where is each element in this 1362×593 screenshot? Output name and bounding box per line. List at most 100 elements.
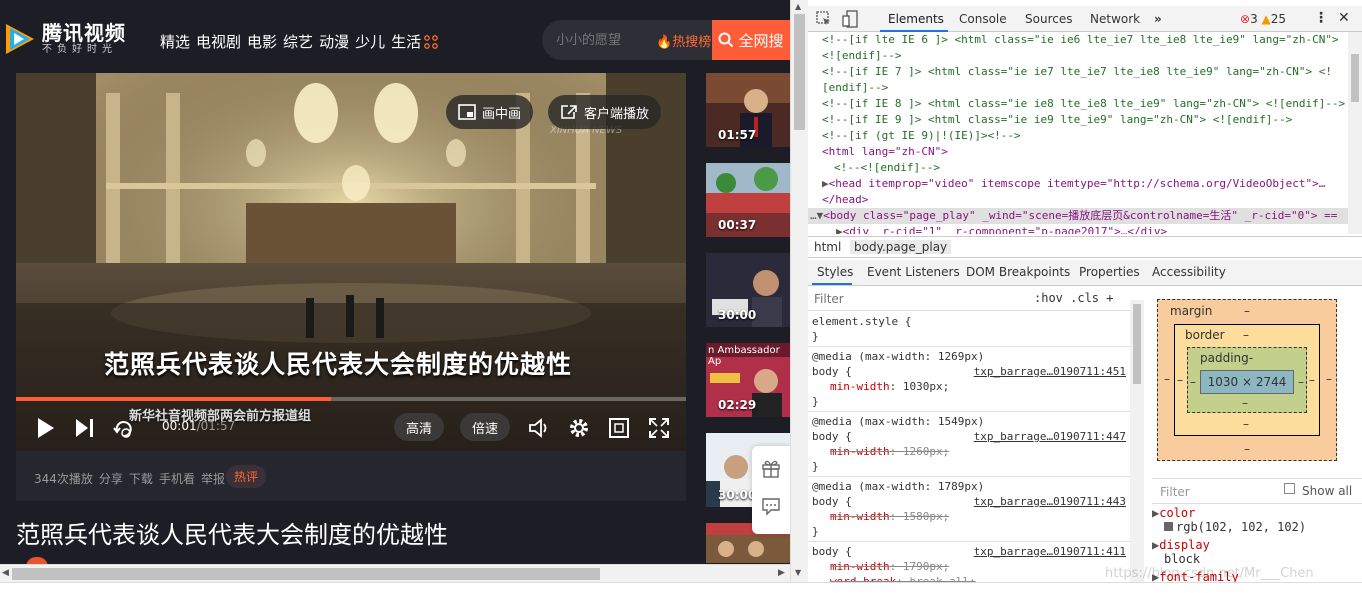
source-link[interactable]: txp_barrage…0190711:443: [974, 494, 1126, 509]
inspect-element-icon[interactable]: [816, 11, 832, 27]
css-declaration[interactable]: min-width: 1260px;: [812, 444, 1126, 459]
source-link[interactable]: txp_barrage…0190711:451: [974, 364, 1126, 379]
loop-icon[interactable]: [112, 417, 136, 441]
tab-styles[interactable]: Styles: [817, 265, 853, 279]
tab-console[interactable]: Console: [959, 12, 1007, 26]
dom-comment-line[interactable]: <!--<![endif]-->: [808, 160, 1348, 176]
expand-triangle-icon[interactable]: ▶: [836, 225, 843, 234]
nav-item-anime[interactable]: 动漫: [319, 31, 349, 52]
source-link[interactable]: txp_barrage…0190711:411: [974, 544, 1126, 559]
hov-cls-controls[interactable]: :hov .cls +: [1034, 291, 1113, 305]
rules-scrollbar[interactable]: [1130, 300, 1144, 582]
search-all-button[interactable]: 全网搜: [712, 20, 790, 60]
close-icon[interactable]: ✕: [1338, 10, 1350, 26]
css-rule[interactable]: @media (max-width: 1789px) body {txp_barr…: [808, 477, 1130, 542]
margin-top-value[interactable]: –: [1244, 304, 1250, 318]
more-tabs-chevron-icon[interactable]: »: [1154, 12, 1162, 26]
border-right-value[interactable]: –: [1309, 373, 1315, 387]
css-declaration[interactable]: min-width: 1790px;: [812, 559, 1126, 574]
css-rule[interactable]: @media (max-width: 1549px) body {txp_barr…: [808, 412, 1130, 477]
dom-comment-line[interactable]: <![endif]-->: [808, 48, 1348, 64]
gift-icon[interactable]: [761, 458, 781, 478]
page-horizontal-scrollbar[interactable]: ◀ ▶: [0, 564, 790, 582]
dom-comment-line[interactable]: <!--[if IE 9 ]> <html class="ie ie9 lte_…: [808, 112, 1348, 128]
hot-search-link[interactable]: 🔥热搜榜: [656, 31, 711, 50]
css-rule[interactable]: @media (max-width: 1269px) body {txp_barr…: [808, 347, 1130, 412]
download-link[interactable]: 下载: [129, 470, 153, 487]
volume-icon[interactable]: [528, 417, 550, 439]
report-link[interactable]: 举报: [201, 470, 225, 487]
client-play-button[interactable]: 客户端播放: [548, 95, 662, 129]
hot-comment-button[interactable]: 热评: [226, 465, 267, 488]
css-declaration[interactable]: word-break: break-all;: [812, 574, 1126, 582]
tab-event-listeners[interactable]: Event Listeners: [867, 265, 960, 279]
nav-item-tv[interactable]: 电视剧: [196, 31, 241, 52]
tab-network[interactable]: Network: [1090, 12, 1140, 26]
dom-body-line-selected[interactable]: …▼<body class="page_play" _wind="scene=播…: [808, 208, 1348, 224]
expand-triangle-icon[interactable]: ▶: [822, 177, 829, 190]
next-icon[interactable]: [74, 417, 96, 439]
nav-item-movie[interactable]: 电影: [247, 31, 277, 52]
tab-elements[interactable]: Elements: [888, 12, 944, 26]
fullscreen-icon[interactable]: [648, 417, 670, 439]
more-dots-icon[interactable]: [424, 35, 438, 49]
dom-comment-line[interactable]: [endif]-->: [808, 80, 1348, 96]
scroll-left-arrow-icon[interactable]: ◀: [2, 568, 9, 578]
scroll-up-arrow-icon[interactable]: ▲: [795, 2, 801, 11]
margin-right-value[interactable]: –: [1326, 372, 1332, 386]
mobile-watch-link[interactable]: 手机看: [159, 470, 195, 487]
nav-item-life[interactable]: 生活: [391, 31, 438, 52]
elements-scrollbar[interactable]: [1348, 32, 1362, 234]
kebab-menu-icon[interactable]: ⋮: [1314, 10, 1328, 26]
scrollbar-thumb[interactable]: [12, 568, 600, 580]
error-counter[interactable]: ⊗3 ▲25: [1240, 12, 1286, 26]
show-all-checkbox[interactable]: [1284, 483, 1295, 494]
scrollbar-thumb[interactable]: [1351, 54, 1359, 102]
nav-item-variety[interactable]: 综艺: [283, 31, 313, 52]
margin-bottom-value[interactable]: –: [1244, 442, 1250, 456]
speed-button[interactable]: 倍速: [460, 413, 511, 441]
border-bottom-value[interactable]: –: [1243, 417, 1249, 431]
device-toggle-icon[interactable]: [842, 10, 860, 28]
computed-prop[interactable]: ▶color: [1152, 506, 1352, 520]
padding-bottom-value[interactable]: –: [1242, 396, 1248, 410]
computed-prop[interactable]: ▶display: [1152, 538, 1352, 552]
scrollbar-thumb[interactable]: [794, 14, 805, 130]
styles-filter-input[interactable]: [814, 291, 1014, 307]
tab-dom-breakpoints[interactable]: DOM Breakpoints: [966, 265, 1070, 279]
css-rule[interactable]: body {txp_barrage…0190711:411 min-width: …: [808, 542, 1130, 582]
search-input[interactable]: [556, 30, 651, 50]
dom-div-line[interactable]: ▶<div _r-cid="1" _r-component="p-page201…: [808, 224, 1348, 234]
scrollbar-thumb[interactable]: [1133, 304, 1141, 384]
quality-button[interactable]: 高清: [394, 413, 445, 441]
dom-comment-line[interactable]: <!--[if IE 8 ]> <html class="ie ie8 lte_…: [808, 96, 1348, 112]
computed-filter-input[interactable]: Filter: [1160, 485, 1190, 499]
video-player[interactable]: XINHUA NEWS 画中画 客户端播放 范照兵代表谈人民代表大会制度的优越性…: [16, 73, 686, 451]
webpage-fullscreen-icon[interactable]: [608, 417, 630, 439]
nav-item-kids[interactable]: 少儿: [355, 31, 385, 52]
settings-gear-icon[interactable]: [568, 417, 590, 439]
css-declaration[interactable]: min-width: 1580px;: [812, 509, 1126, 524]
related-thumb[interactable]: 30:00: [706, 253, 790, 327]
border-top-value[interactable]: –: [1243, 328, 1249, 342]
nav-item-featured[interactable]: 精选: [160, 31, 190, 52]
border-left-value[interactable]: –: [1177, 373, 1183, 387]
tab-accessibility[interactable]: Accessibility: [1152, 265, 1226, 279]
related-thumb[interactable]: 00:37: [706, 163, 790, 237]
page-vertical-scrollbar[interactable]: ▲ ▼: [790, 0, 808, 582]
padding-right-value[interactable]: –: [1298, 375, 1304, 389]
margin-left-value[interactable]: –: [1164, 372, 1170, 386]
tab-sources[interactable]: Sources: [1025, 12, 1072, 26]
dom-head-close-line[interactable]: </head>: [808, 192, 1348, 208]
related-thumb[interactable]: n Ambassador Ap 02:29: [706, 343, 790, 417]
breadcrumb-html[interactable]: html: [814, 240, 841, 254]
breadcrumb-body[interactable]: body.page_play: [850, 240, 952, 254]
progress-bar[interactable]: [16, 397, 686, 401]
related-thumb[interactable]: 01:57: [706, 73, 790, 147]
share-link[interactable]: 分享: [99, 470, 123, 487]
scroll-down-arrow-icon[interactable]: ▼: [795, 568, 801, 577]
scroll-right-arrow-icon[interactable]: ▶: [778, 568, 785, 578]
dom-comment-line[interactable]: <!--[if IE 7 ]> <html class="ie ie7 lte_…: [808, 64, 1348, 80]
picture-in-picture-button[interactable]: 画中画: [446, 95, 534, 129]
color-swatch[interactable]: [1164, 522, 1173, 531]
